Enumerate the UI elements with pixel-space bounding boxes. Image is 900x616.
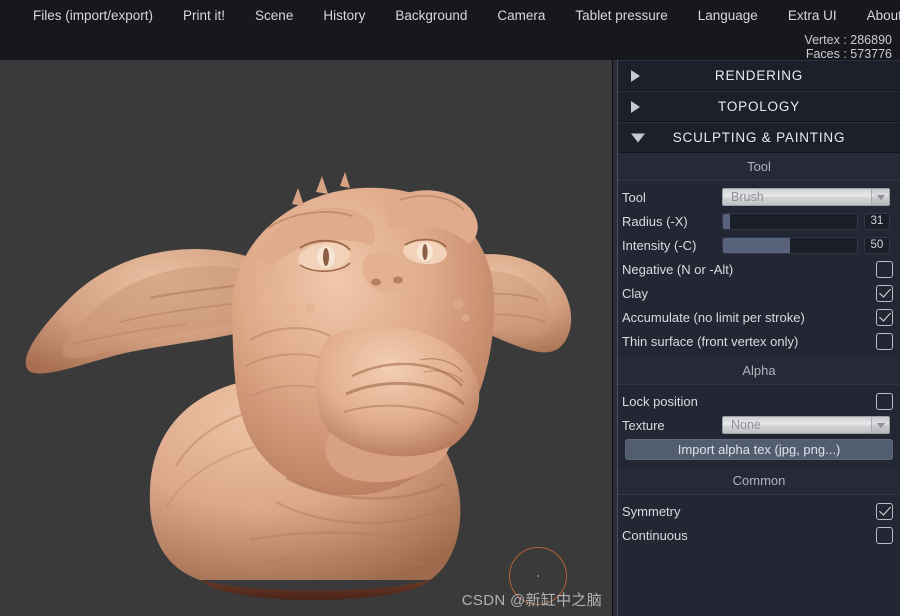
label-negative: Negative (N or -Alt) bbox=[622, 262, 733, 277]
label-intensity: Intensity (-C) bbox=[622, 238, 722, 253]
label-lock-position: Lock position bbox=[622, 394, 698, 409]
chevron-down-icon bbox=[871, 417, 889, 433]
import-alpha-texture-button[interactable]: Import alpha tex (jpg, png...) bbox=[625, 439, 893, 460]
label-radius: Radius (-X) bbox=[622, 214, 722, 229]
intensity-slider[interactable] bbox=[722, 237, 858, 254]
row-continuous-checkbox: Continuous bbox=[618, 523, 900, 547]
label-tool: Tool bbox=[622, 190, 722, 205]
menu-item-history[interactable]: History bbox=[308, 5, 380, 27]
menu-item-language[interactable]: Language bbox=[683, 5, 773, 27]
vertex-count: Vertex : 286890 bbox=[804, 33, 892, 47]
label-texture: Texture bbox=[622, 418, 722, 433]
row-tool-select: Tool Brush bbox=[618, 185, 900, 209]
panel-header-rendering[interactable]: RENDERING bbox=[618, 60, 900, 91]
3d-viewport-canvas[interactable]: CSDN @新缸中之脑 bbox=[0, 60, 612, 616]
menu-bar: Files (import/export) Print it! Scene Hi… bbox=[0, 0, 900, 60]
clay-checkbox[interactable] bbox=[876, 285, 893, 302]
symmetry-checkbox[interactable] bbox=[876, 503, 893, 520]
label-thin-surface: Thin surface (front vertex only) bbox=[622, 334, 798, 349]
row-lock-position-checkbox: Lock position bbox=[618, 389, 900, 413]
panel-title-topology: TOPOLOGY bbox=[718, 99, 800, 114]
row-accumulate-checkbox: Accumulate (no limit per stroke) bbox=[618, 305, 900, 329]
menu-item-scene[interactable]: Scene bbox=[240, 5, 308, 27]
import-alpha-button-wrap: Import alpha tex (jpg, png...) bbox=[618, 437, 900, 463]
tools-sidebar: RENDERING TOPOLOGY SCULPTING & PAINTING … bbox=[618, 60, 900, 616]
menu-item-print[interactable]: Print it! bbox=[168, 5, 240, 27]
row-clay-checkbox: Clay bbox=[618, 281, 900, 305]
triangle-down-icon bbox=[631, 133, 645, 142]
row-negative-checkbox: Negative (N or -Alt) bbox=[618, 257, 900, 281]
menu-item-extra-ui[interactable]: Extra UI bbox=[773, 5, 852, 27]
menu-item-background[interactable]: Background bbox=[380, 5, 482, 27]
menu-item-camera[interactable]: Camera bbox=[482, 5, 560, 27]
menu-item-list: Files (import/export) Print it! Scene Hi… bbox=[0, 0, 900, 32]
label-symmetry: Symmetry bbox=[622, 504, 681, 519]
tool-select-value: Brush bbox=[723, 191, 764, 204]
row-texture-select: Texture None bbox=[618, 413, 900, 437]
texture-select-value: None bbox=[723, 419, 761, 432]
triangle-right-icon bbox=[631, 101, 640, 113]
negative-checkbox[interactable] bbox=[876, 261, 893, 278]
row-symmetry-checkbox: Symmetry bbox=[618, 499, 900, 523]
faces-count: Faces : 573776 bbox=[804, 47, 892, 61]
panel-title-sculpting-painting: SCULPTING & PAINTING bbox=[673, 130, 846, 145]
menu-item-tablet-pressure[interactable]: Tablet pressure bbox=[560, 5, 682, 27]
radius-value-field[interactable]: 31 bbox=[864, 213, 890, 230]
intensity-slider-fill bbox=[723, 238, 790, 253]
label-accumulate: Accumulate (no limit per stroke) bbox=[622, 310, 805, 325]
thin-surface-checkbox[interactable] bbox=[876, 333, 893, 350]
row-intensity-slider: Intensity (-C) 50 bbox=[618, 233, 900, 257]
section-label-tool: Tool bbox=[618, 153, 900, 181]
label-clay: Clay bbox=[622, 286, 648, 301]
panel-header-sculpting-painting[interactable]: SCULPTING & PAINTING bbox=[618, 122, 900, 153]
lock-position-checkbox[interactable] bbox=[876, 393, 893, 410]
watermark-label: CSDN @新缸中之脑 bbox=[462, 589, 602, 610]
menu-item-files[interactable]: Files (import/export) bbox=[18, 5, 168, 27]
row-thin-surface-checkbox: Thin surface (front vertex only) bbox=[618, 329, 900, 353]
triangle-right-icon bbox=[631, 70, 640, 82]
continuous-checkbox[interactable] bbox=[876, 527, 893, 544]
section-label-common: Common bbox=[618, 467, 900, 495]
radius-slider[interactable] bbox=[722, 213, 858, 230]
tool-select-dropdown[interactable]: Brush bbox=[722, 188, 890, 206]
chevron-down-icon bbox=[871, 189, 889, 205]
row-radius-slider: Radius (-X) 31 bbox=[618, 209, 900, 233]
mesh-statistics: Vertex : 286890 Faces : 573776 bbox=[804, 33, 892, 61]
intensity-value-field[interactable]: 50 bbox=[864, 237, 890, 254]
section-label-alpha: Alpha bbox=[618, 357, 900, 385]
panel-title-rendering: RENDERING bbox=[715, 68, 803, 83]
sculptgl-app: Files (import/export) Print it! Scene Hi… bbox=[0, 0, 900, 616]
accumulate-checkbox[interactable] bbox=[876, 309, 893, 326]
sculpted-creature-model bbox=[0, 60, 612, 616]
texture-select-dropdown[interactable]: None bbox=[722, 416, 890, 434]
radius-slider-fill bbox=[723, 214, 730, 229]
menu-item-about-help[interactable]: About & Help bbox=[852, 5, 900, 27]
panel-header-topology[interactable]: TOPOLOGY bbox=[618, 91, 900, 122]
label-continuous: Continuous bbox=[622, 528, 688, 543]
